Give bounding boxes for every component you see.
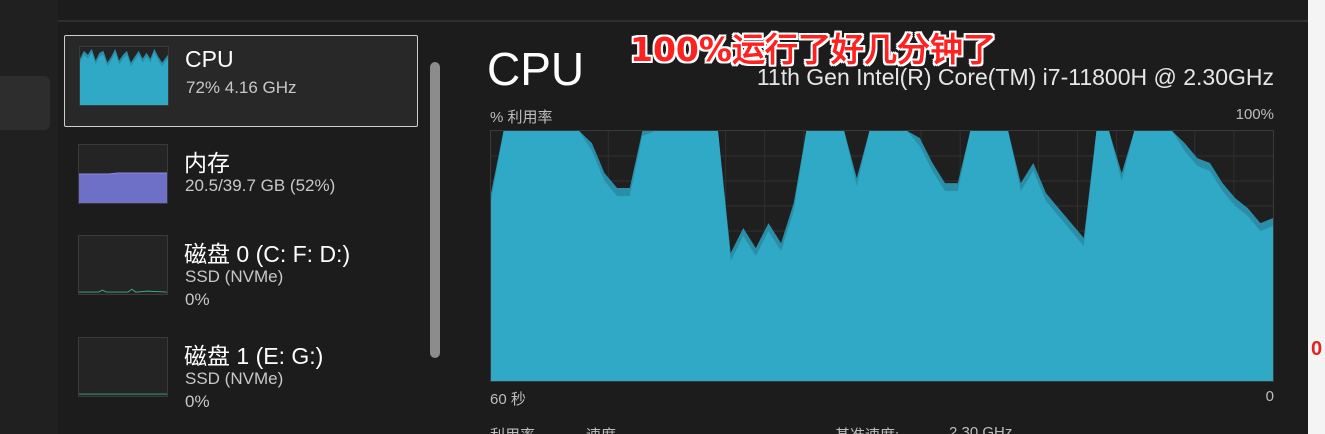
- stat-base-speed-label: 基准速度:: [835, 424, 899, 434]
- cpu-thumbnail-graph: [79, 46, 169, 106]
- disk-0-item-type: SSD (NVMe): [185, 267, 284, 286]
- perf-item-memory[interactable]: 内存 20.5/39.7 GB (52%): [64, 134, 418, 226]
- stat-utilization-label: 利用率: [490, 424, 535, 434]
- graph-time-end-label: 0: [1265, 388, 1274, 405]
- graph-time-start-label: 60 秒: [490, 391, 526, 408]
- sidebar-scrollbar[interactable]: [430, 62, 440, 358]
- disk-1-item-title: 磁盘 1 (E: G:): [184, 343, 324, 369]
- disk-1-thumbnail-graph: [78, 337, 168, 397]
- nav-item-performance[interactable]: [0, 76, 50, 130]
- cpu-model-name: 11th Gen Intel(R) Core(TM) i7-11800H @ 2…: [756, 64, 1274, 90]
- background-window-text: 0: [1311, 338, 1323, 360]
- memory-thumbnail-graph: [78, 144, 168, 204]
- disk-0-thumbnail-graph: [78, 235, 168, 295]
- stat-speed-label: 速度: [586, 424, 616, 434]
- graph-y-max-label: 100%: [1235, 106, 1274, 123]
- left-navigation-rail: [0, 0, 58, 434]
- disk-1-item-type: SSD (NVMe): [185, 369, 284, 388]
- memory-item-title: 内存: [184, 150, 230, 176]
- stat-base-speed-value: 2.30 GHz: [949, 424, 1013, 434]
- disk-0-item-usage: 0%: [185, 290, 210, 309]
- perf-item-disk-1[interactable]: 磁盘 1 (E: G:) SSD (NVMe) 0%: [64, 327, 418, 419]
- cpu-item-usage: 72% 4.16 GHz: [186, 78, 297, 97]
- cpu-item-title: CPU: [185, 46, 234, 72]
- memory-item-usage: 20.5/39.7 GB (52%): [185, 176, 336, 195]
- disk-1-item-usage: 0%: [185, 392, 210, 411]
- page-title: CPU: [487, 43, 585, 95]
- graph-y-label: % 利用率: [490, 109, 553, 126]
- cpu-utilization-graph: [490, 130, 1274, 382]
- performance-sidebar: CPU 72% 4.16 GHz 内存 20.5/39.7 GB (52%) 磁…: [58, 22, 446, 434]
- cpu-detail-panel: CPU 100%运行了好几分钟了 11th Gen Intel(R) Core(…: [446, 22, 1308, 434]
- disk-0-item-title: 磁盘 0 (C: F: D:): [184, 241, 351, 267]
- background-window-edge: 0: [1308, 0, 1325, 434]
- perf-item-cpu[interactable]: CPU 72% 4.16 GHz: [64, 35, 418, 127]
- perf-item-disk-0[interactable]: 磁盘 0 (C: F: D:) SSD (NVMe) 0%: [64, 225, 418, 317]
